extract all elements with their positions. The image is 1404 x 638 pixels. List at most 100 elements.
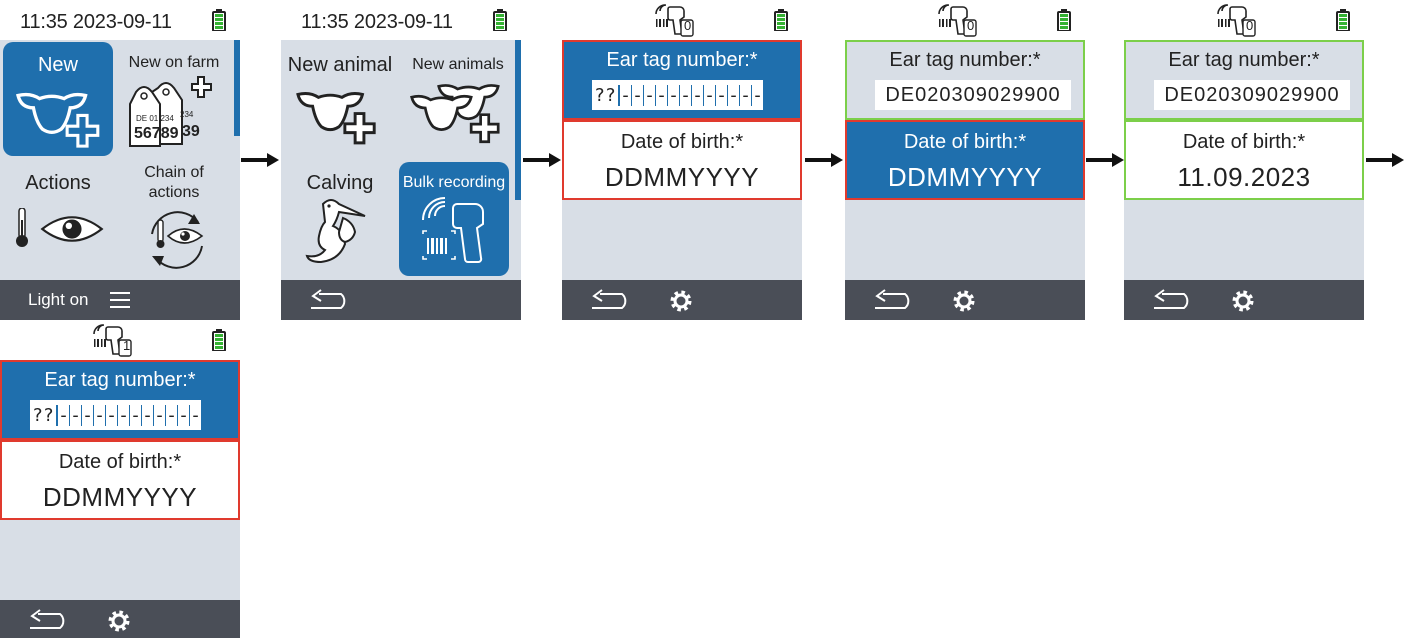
status-bar: 11:35 2023-09-11 bbox=[281, 0, 521, 40]
form-panel: Ear tag number:* ?? - - - - - - - - - - … bbox=[562, 40, 802, 280]
ear-tag-char: - bbox=[82, 404, 94, 426]
tile-actions-label: Actions bbox=[25, 172, 91, 194]
ear-tag-value: DE020309029900 bbox=[875, 80, 1071, 110]
ear-tag-char: - bbox=[644, 84, 656, 106]
ear-tag-field[interactable]: Ear tag number:* DE020309029900 bbox=[845, 40, 1085, 120]
ear-tag-field[interactable]: Ear tag number:* ?? - - - - - - - - - - … bbox=[562, 40, 802, 120]
ear-tag-char: ?? bbox=[30, 404, 58, 426]
bottom-bar bbox=[0, 600, 240, 638]
bottom-bar: Light on bbox=[0, 280, 240, 320]
ear-tag-char: - bbox=[680, 84, 692, 106]
ear-tag-number: 56789 bbox=[134, 125, 179, 142]
dob-label: Date of birth:* bbox=[58, 451, 182, 473]
tile-chain-of-actions-label: Chain of actions bbox=[144, 164, 204, 201]
dob-value: DDMMYYYY bbox=[887, 162, 1043, 192]
ear-tag-char: - bbox=[656, 84, 668, 106]
status-time: 11:35 2023-09-11 bbox=[20, 11, 172, 33]
tile-new-animals[interactable]: New animals bbox=[399, 42, 509, 156]
tile-new[interactable]: New bbox=[3, 42, 113, 156]
tile-actions[interactable]: Actions bbox=[3, 160, 113, 274]
ear-tag-char: - bbox=[728, 84, 740, 106]
back-icon[interactable] bbox=[307, 288, 353, 314]
arrow-right-icon bbox=[241, 153, 279, 167]
ear-tag-input[interactable]: ?? - - - - - - - - - - - - bbox=[30, 400, 201, 430]
menu-icon[interactable] bbox=[110, 291, 130, 309]
tile-bulk-recording-label: Bulk recording bbox=[402, 174, 506, 191]
gear-icon[interactable] bbox=[668, 288, 694, 314]
ear-tag-char: - bbox=[154, 404, 166, 426]
form-panel: Ear tag number:* DE020309029900 Date of … bbox=[1124, 40, 1364, 280]
back-icon[interactable] bbox=[588, 288, 634, 314]
screen-bulk-entry-tag-scanned: 0 Ear tag number:* DE020309029900 Date o… bbox=[845, 0, 1085, 320]
dob-value: 11.09.2023 bbox=[1177, 162, 1311, 192]
gear-icon[interactable] bbox=[951, 288, 977, 314]
arrow-right-icon bbox=[1366, 153, 1404, 167]
tile-chain-of-actions[interactable]: Chain of actions bbox=[118, 160, 228, 274]
ear-tag-char: - bbox=[740, 84, 752, 106]
arrow-right-icon bbox=[805, 153, 843, 167]
ear-tag-field[interactable]: Ear tag number:* ?? - - - - - - - - - - … bbox=[0, 360, 240, 440]
light-toggle-button[interactable]: Light on bbox=[28, 290, 89, 310]
form-panel: Ear tag number:* ?? - - - - - - - - - - … bbox=[0, 360, 240, 600]
menu-panel: New New on farm DE 01 234 56789 234 39 A… bbox=[0, 40, 240, 280]
scanner-icon bbox=[1217, 4, 1256, 37]
dob-field[interactable]: Date of birth:* 11.09.2023 bbox=[1124, 120, 1364, 200]
ear-tag-char: - bbox=[752, 84, 763, 106]
status-bar: 1 bbox=[0, 320, 240, 360]
dob-field[interactable]: Date of birth:* DDMMYYYY bbox=[0, 440, 240, 520]
back-icon[interactable] bbox=[1150, 288, 1196, 314]
screen-bulk-entry-complete: 0 Ear tag number:* DE020309029900 Date o… bbox=[1124, 0, 1364, 320]
ear-tag-char: - bbox=[692, 84, 704, 106]
battery-icon bbox=[212, 329, 226, 351]
ear-tag-char: - bbox=[704, 84, 716, 106]
cow-plus-icon bbox=[16, 92, 100, 148]
ear-tag-char: - bbox=[118, 404, 130, 426]
tile-new-animals-label: New animals bbox=[412, 56, 504, 73]
scrollbar[interactable] bbox=[515, 40, 521, 200]
scrollbar[interactable] bbox=[234, 40, 240, 136]
tile-calving[interactable]: Calving bbox=[281, 160, 399, 274]
gear-icon[interactable] bbox=[106, 608, 132, 634]
ear-tag-char: - bbox=[668, 84, 680, 106]
ear-tag-input[interactable]: ?? - - - - - - - - - - - - bbox=[592, 80, 763, 110]
status-time: 11:35 2023-09-11 bbox=[301, 11, 453, 33]
bottom-bar bbox=[281, 280, 521, 320]
battery-icon bbox=[1057, 9, 1071, 31]
ear-tag-field[interactable]: Ear tag number:* DE020309029900 bbox=[1124, 40, 1364, 120]
back-icon[interactable] bbox=[871, 288, 917, 314]
bottom-bar bbox=[845, 280, 1085, 320]
tile-bulk-recording[interactable]: Bulk recording bbox=[399, 162, 509, 276]
thermometer-icon bbox=[15, 208, 29, 248]
dob-label: Date of birth:* bbox=[1182, 131, 1306, 153]
ear-tag-char: - bbox=[142, 404, 154, 426]
dob-value: DDMMYYYY bbox=[604, 162, 760, 192]
back-icon[interactable] bbox=[26, 608, 72, 634]
ear-tag-char: - bbox=[70, 404, 82, 426]
battery-icon bbox=[774, 9, 788, 31]
tile-new-on-farm[interactable]: New on farm DE 01 234 56789 234 39 bbox=[118, 42, 228, 156]
ear-tag-char: - bbox=[130, 404, 142, 426]
scanner-count: 1 bbox=[123, 338, 131, 353]
barcode-scanner-icon bbox=[422, 197, 484, 263]
gear-icon[interactable] bbox=[1230, 288, 1256, 314]
ear-tag-char: - bbox=[94, 404, 106, 426]
tile-new-on-farm-label: New on farm bbox=[128, 54, 220, 71]
scanner-count: 0 bbox=[684, 18, 692, 33]
ear-tag-label: Ear tag number:* bbox=[44, 369, 196, 391]
ear-tag-value: DE020309029900 bbox=[1154, 80, 1350, 110]
status-bar: 11:35 2023-09-11 bbox=[0, 0, 240, 40]
cow-plus-icon bbox=[296, 92, 376, 145]
bottom-bar bbox=[562, 280, 802, 320]
ear-tag-back-number: 39 bbox=[182, 123, 200, 140]
battery-icon bbox=[1336, 9, 1350, 31]
scanner-icon bbox=[938, 4, 977, 37]
dob-label: Date of birth:* bbox=[903, 131, 1027, 153]
dob-field[interactable]: Date of birth:* DDMMYYYY bbox=[845, 120, 1085, 200]
dob-field[interactable]: Date of birth:* DDMMYYYY bbox=[562, 120, 802, 200]
ear-tag-line1: DE 01 234 bbox=[136, 114, 174, 123]
tile-new-animal[interactable]: New animal bbox=[281, 42, 399, 156]
status-bar: 0 bbox=[1124, 0, 1364, 40]
ear-tag-char: - bbox=[166, 404, 178, 426]
ear-tag-char: - bbox=[190, 404, 201, 426]
ear-tag-char: - bbox=[106, 404, 118, 426]
